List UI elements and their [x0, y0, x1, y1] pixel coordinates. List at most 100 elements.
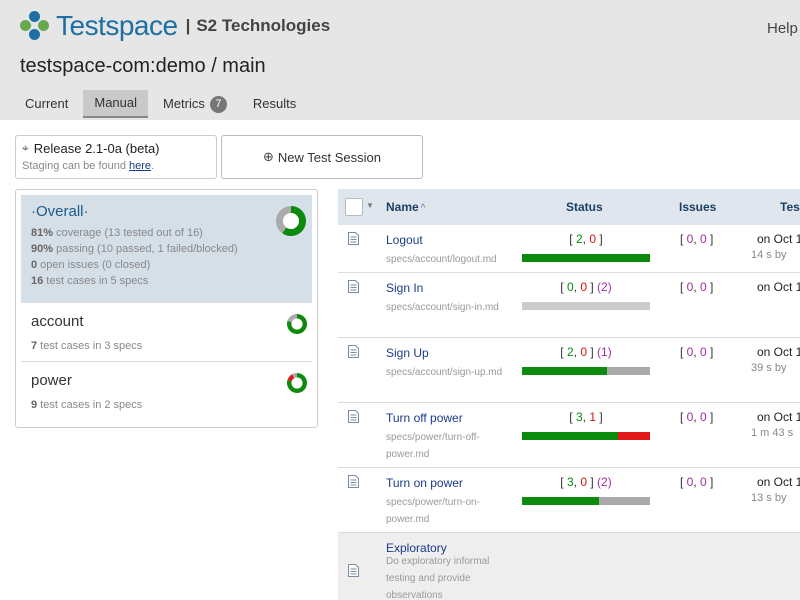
select-all-checkbox[interactable]	[345, 198, 363, 216]
passed-count: 3	[566, 475, 574, 489]
release-sub-prefix: Staging can be found	[22, 160, 130, 172]
issues-counts: [ 0, 0 ]	[680, 345, 714, 359]
logo[interactable]: Testspace | S2 Technologies	[20, 10, 330, 42]
passed-count: 2	[575, 232, 583, 246]
failed-count: 0	[589, 232, 597, 246]
company-name: S2 Technologies	[196, 16, 331, 35]
spec-name-link[interactable]: Turn off power	[386, 411, 463, 425]
status-counts: [ 3, 0 ] (2)	[560, 475, 612, 489]
issues-text: open issues (0 closed)	[37, 259, 151, 271]
failed-count: 0	[580, 475, 587, 489]
document-icon	[348, 345, 359, 358]
column-header-name[interactable]: Name ^	[386, 200, 425, 214]
column-header-issues[interactable]: Issues	[679, 200, 716, 214]
app-header: Testspace | S2 Technologies Help testspa…	[0, 0, 800, 120]
help-link[interactable]: Help	[767, 20, 798, 37]
spec-name-link[interactable]: Sign In	[386, 281, 423, 295]
spec-name-link[interactable]: Turn on power	[386, 476, 463, 490]
column-header-status[interactable]: Status	[566, 200, 603, 214]
tab-label: Current	[25, 96, 69, 111]
new-test-session-button[interactable]: ⊕ New Test Session	[221, 135, 423, 179]
logo-separator: |	[185, 16, 191, 35]
status-bar	[522, 432, 650, 440]
column-header-tested[interactable]: Tes	[780, 200, 800, 214]
tab-label: Manual	[94, 95, 137, 110]
table-row[interactable]: Sign In specs/account/sign-in.md [ 0, 0 ] …	[338, 273, 800, 338]
cases-line: 7 test cases in 3 specs	[31, 338, 302, 354]
closed-issues-count: 0	[700, 410, 707, 424]
sort-ascending-icon: ^	[420, 203, 426, 214]
spec-path: specs/account/sign-in.md	[386, 302, 499, 313]
cases-count: 16	[31, 275, 44, 287]
bar-pass-segment	[522, 432, 618, 440]
crosshair-icon: ⌖	[22, 141, 29, 155]
bar-pass-segment	[522, 497, 599, 505]
exploratory-row[interactable]: Exploratory Do exploratory informal test…	[338, 533, 800, 600]
bar-pass-segment	[522, 367, 608, 375]
bar-fail-segment	[618, 432, 650, 440]
tab-label: Metrics	[163, 96, 205, 111]
account-donut-chart	[287, 314, 307, 334]
metrics-count-badge: 7	[209, 95, 227, 113]
passed-count: 0	[566, 280, 574, 294]
document-icon	[348, 410, 359, 423]
closed-issues-count: 0	[700, 232, 707, 246]
open-issues-count: 0	[686, 410, 694, 424]
tested-duration: 13 s by	[751, 492, 787, 504]
tab-current[interactable]: Current	[14, 90, 79, 118]
document-icon	[348, 475, 359, 488]
table-row[interactable]: Turn on power specs/power/turn-on-power.m…	[338, 468, 800, 533]
status-counts: [ 0, 0 ] (2)	[560, 280, 612, 294]
issues-line: 0 open issues (0 closed)	[31, 257, 302, 273]
caret-down-icon[interactable]: ▼	[366, 201, 374, 210]
release-sub-suffix: .	[151, 160, 155, 172]
bar-untested-segment	[607, 367, 650, 375]
untested-count: 1	[601, 345, 608, 359]
spec-title: power	[31, 372, 72, 389]
exploratory-description: Do exploratory informal testing and prov…	[386, 556, 490, 600]
tested-date: on Oct 1	[757, 475, 800, 489]
passed-count: 3	[575, 410, 583, 424]
untested-count: 2	[601, 280, 608, 294]
passing-line: 90% passing (10 passed, 1 failed/blocked…	[31, 241, 302, 257]
spec-item-power[interactable]: power 9 test cases in 2 specs	[21, 362, 312, 421]
tested-date: on Oct 1	[757, 345, 800, 359]
spec-path: specs/power/turn-on-power.md	[386, 497, 480, 525]
plus-circle-icon: ⊕	[263, 149, 274, 164]
page-title: testspace-com:demo / main	[20, 55, 266, 77]
bar-pass-segment	[522, 254, 650, 262]
open-issues-count: 0	[686, 475, 694, 489]
overall-donut-chart	[276, 206, 306, 236]
table-row[interactable]: Sign Up specs/account/sign-up.md [ 2, 0 ] …	[338, 338, 800, 403]
release-description: Staging can be found here.	[22, 160, 210, 172]
table-row[interactable]: Turn off power specs/power/turn-off-power…	[338, 403, 800, 468]
release-name: Release 2.1-0a (beta)	[33, 141, 160, 156]
table-header: ▼ Name ^ Status Issues Tes	[338, 189, 800, 225]
spec-path: specs/power/turn-off-power.md	[386, 432, 480, 460]
bar-empty-segment	[522, 302, 650, 310]
table-row[interactable]: Logout specs/account/logout.md [ 2, 0 ] [ …	[338, 225, 800, 273]
closed-issues-count: 0	[700, 345, 707, 359]
new-session-label: New Test Session	[277, 149, 381, 165]
failed-count: 0	[580, 345, 587, 359]
spec-item-overall[interactable]: ·Overall· 81% coverage (13 tested out of…	[21, 195, 312, 303]
testspace-logo-icon	[20, 11, 50, 41]
closed-issues-count: 0	[700, 475, 707, 489]
issues-counts: [ 0, 0 ]	[680, 232, 714, 246]
tab-label: Results	[252, 96, 297, 111]
spec-item-account[interactable]: account 7 test cases in 3 specs	[21, 303, 312, 362]
tab-manual[interactable]: Manual	[83, 90, 148, 118]
coverage-pct: 81%	[31, 227, 54, 239]
release-link[interactable]: here	[129, 160, 151, 172]
tested-date: on Oct 1	[757, 280, 800, 294]
status-bar	[522, 367, 650, 375]
status-bar	[522, 497, 650, 505]
spec-name-link[interactable]: Sign Up	[386, 346, 429, 360]
tab-results[interactable]: Results	[242, 90, 307, 118]
spec-name-link[interactable]: Logout	[386, 233, 423, 247]
open-issues-count: 0	[686, 345, 694, 359]
status-bar	[522, 254, 650, 262]
release-selector[interactable]: ⌖ Release 2.1-0a (beta) Staging can be f…	[15, 135, 217, 179]
tested-date: on Oct 1	[757, 232, 800, 246]
tab-metrics[interactable]: Metrics 7	[152, 90, 238, 118]
